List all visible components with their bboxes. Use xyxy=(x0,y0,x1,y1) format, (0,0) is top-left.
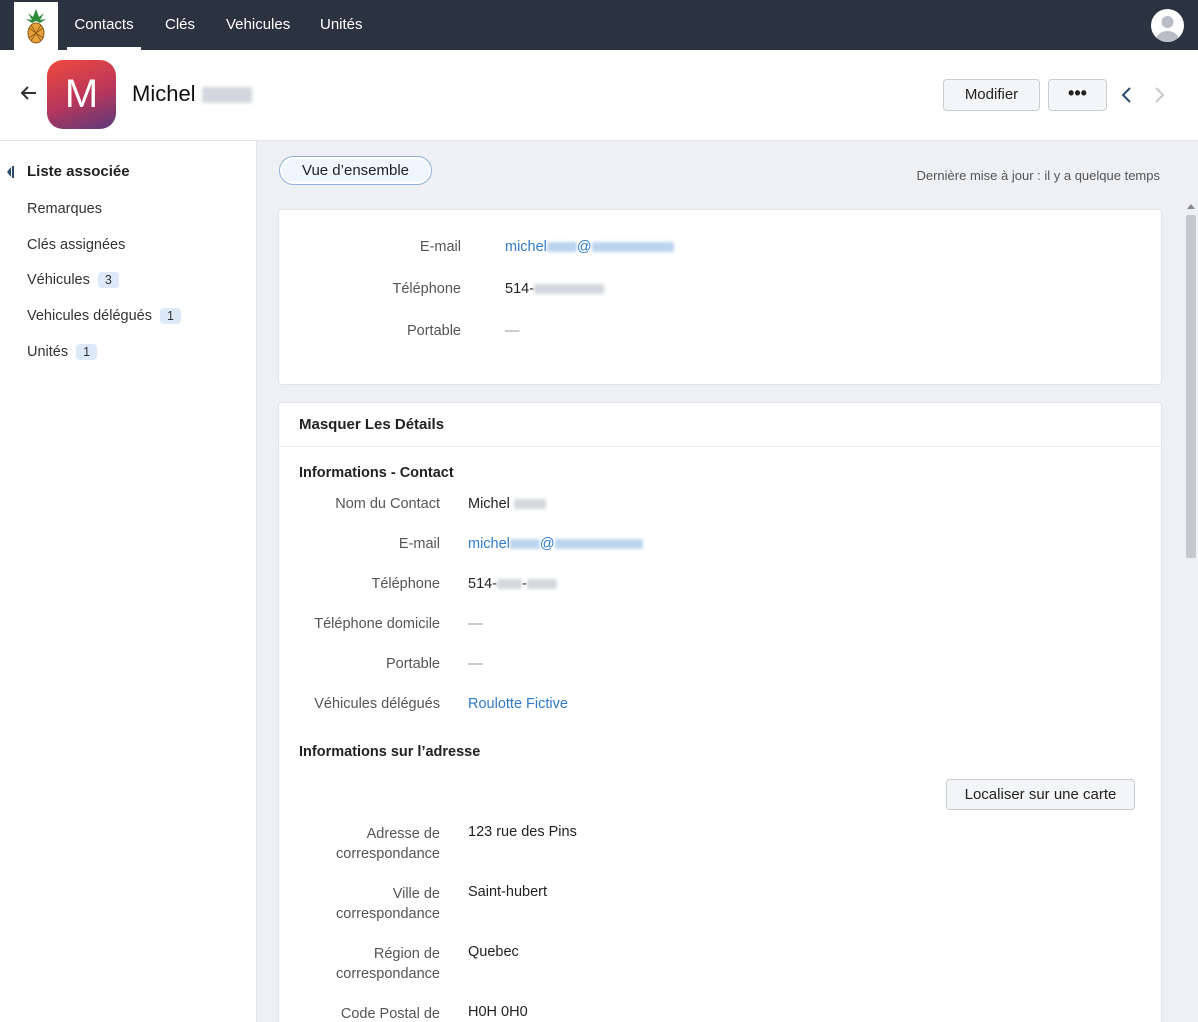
main-content: Vue d’ensemble Dernière mise à jour : il… xyxy=(257,141,1198,1022)
count-badge: 1 xyxy=(76,344,98,360)
field-label-code-postal: Code Postal de xyxy=(340,1006,440,1022)
adresse-value: 123 rue des Pins xyxy=(468,824,577,840)
contact-first-name: Michel xyxy=(132,81,196,106)
sidebar-item-label: Unités xyxy=(27,344,69,360)
sidebar-item-remarques[interactable]: Remarques xyxy=(27,201,102,217)
tab-vehicules[interactable]: Vehicules xyxy=(226,0,290,50)
overview-card: E-mail michel @ Téléphone 514- Portable — xyxy=(278,209,1162,385)
tab-cles[interactable]: Clés xyxy=(165,0,195,50)
field-label-email: E-mail xyxy=(398,536,440,552)
user-avatar[interactable] xyxy=(1151,9,1184,42)
details-card: Masquer Les Détails Informations - Conta… xyxy=(278,402,1162,1022)
sidebar-item-label: Véhicules xyxy=(27,272,90,288)
last-update-text: Dernière mise à jour : il y a quelque te… xyxy=(916,168,1160,183)
hide-details-toggle[interactable]: Masquer Les Détails xyxy=(299,416,444,433)
telephone-value: 514- xyxy=(505,281,605,297)
field-label-telephone-domicile: Téléphone domicile xyxy=(314,616,440,632)
field-label-portable: Portable xyxy=(385,656,440,672)
region-value: Quebec xyxy=(468,944,519,960)
caret-left-icon[interactable] xyxy=(6,166,14,178)
field-label-telephone: Téléphone xyxy=(392,281,461,297)
field-label-telephone: Téléphone xyxy=(371,576,440,592)
next-record-icon[interactable] xyxy=(1151,86,1167,104)
sidebar-item-label: Clés assignées xyxy=(27,237,126,253)
related-list-title: Liste associée xyxy=(27,163,130,180)
record-header: M Michel Modifier ••• xyxy=(0,50,1198,141)
email-link[interactable]: michel @ xyxy=(505,239,674,255)
sidebar-item-label: Remarques xyxy=(27,201,102,217)
portable-value: — xyxy=(468,656,483,672)
count-badge: 1 xyxy=(159,308,181,324)
top-navbar: Contacts Clés Vehicules Unités xyxy=(0,0,1198,50)
email-link[interactable]: michel @ xyxy=(468,536,643,552)
pineapple-logo-icon[interactable] xyxy=(14,2,58,50)
sidebar-item-cles-assignees[interactable]: Clés assignées xyxy=(27,237,125,253)
contact-avatar: M xyxy=(47,60,116,129)
contact-name: Michel xyxy=(132,81,252,107)
code-postal-value: H0H 0H0 xyxy=(468,1004,528,1020)
sidebar-item-unites[interactable]: Unités 1 xyxy=(27,344,98,360)
related-list-sidebar: Liste associée Remarques Clés assignées … xyxy=(0,141,257,1022)
count-badge: 3 xyxy=(97,272,119,288)
previous-record-icon[interactable] xyxy=(1119,86,1135,104)
tab-unites[interactable]: Unités xyxy=(320,0,363,50)
vehicule-delegue-link[interactable]: Roulotte Fictive xyxy=(468,696,568,712)
telephone-value: 514- - xyxy=(468,576,557,592)
sidebar-item-vehicules-delegues[interactable]: Vehicules délégués 1 xyxy=(27,308,181,324)
tab-contacts[interactable]: Contacts xyxy=(67,0,141,50)
scrollbar-thumb[interactable] xyxy=(1186,215,1196,558)
details-header: Masquer Les Détails xyxy=(279,403,1161,447)
locate-on-map-button[interactable]: Localiser sur une carte xyxy=(946,779,1135,810)
nom-value: Michel xyxy=(468,496,546,512)
scroll-up-icon[interactable] xyxy=(1187,204,1195,209)
modify-button[interactable]: Modifier xyxy=(943,79,1040,111)
more-actions-button[interactable]: ••• xyxy=(1048,79,1107,111)
back-arrow-icon[interactable] xyxy=(18,82,40,104)
portable-value: — xyxy=(505,323,520,339)
field-label-vehicules-delegues: Véhicules délégués xyxy=(314,696,440,712)
sidebar-item-label: Vehicules délégués xyxy=(27,308,152,324)
ville-value: Saint-hubert xyxy=(468,884,547,900)
address-section-title: Informations sur l’adresse xyxy=(299,744,481,760)
redacted-last-name xyxy=(201,87,252,104)
field-label-nom: Nom du Contact xyxy=(335,496,440,512)
sidebar-item-vehicules[interactable]: Véhicules 3 xyxy=(27,272,119,288)
field-label-email: E-mail xyxy=(419,239,461,255)
tab-overview[interactable]: Vue d’ensemble xyxy=(279,156,433,185)
telephone-domicile-value: — xyxy=(468,616,483,632)
field-label-ville: Ville de correspondance xyxy=(336,886,440,922)
contact-section-title: Informations - Contact xyxy=(299,465,454,481)
field-label-portable: Portable xyxy=(406,323,461,339)
field-label-region: Région de correspondance xyxy=(336,946,440,982)
field-label-adresse: Adresse de correspondance xyxy=(336,826,440,862)
